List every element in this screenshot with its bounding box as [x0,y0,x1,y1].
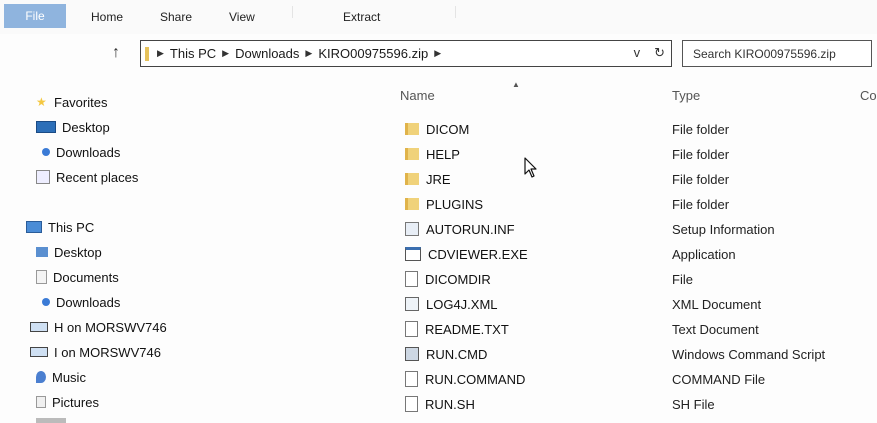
file-type: File folder [672,171,730,187]
file-icon [405,371,418,387]
xml-file-icon [405,297,419,311]
folder-icon [405,123,419,135]
star-icon: ★ [36,95,47,109]
column-header-partial[interactable]: Co [860,88,877,103]
folder-icon [405,173,419,185]
file-name-cell: CDVIEWER.EXE [405,245,528,263]
file-row[interactable]: AUTORUN.INF Setup Information [0,218,877,240]
file-row[interactable]: JRE File folder [0,168,877,190]
file-name-cell: AUTORUN.INF [405,220,515,238]
address-bar[interactable]: ▶ This PC ▶ Downloads ▶ KIRO00975596.zip… [140,40,672,67]
file-name-cell: RUN.COMMAND [405,370,525,388]
search-placeholder: Search KIRO00975596.zip [693,46,836,61]
file-name: PLUGINS [426,196,484,212]
file-type: Application [672,246,736,262]
chevron-down-icon[interactable]: v [634,45,641,61]
file-name-cell: HELP [405,145,460,163]
tab-home[interactable]: Home [91,10,123,24]
file-row[interactable]: RUN.SH SH File [0,393,877,415]
file-row[interactable]: RUN.COMMAND COMMAND File [0,368,877,390]
file-row[interactable]: HELP File folder [0,143,877,165]
ribbon-divider [455,6,456,18]
ribbon: File Home Share View Extract [0,0,877,34]
nav-item-label: Favorites [54,94,108,110]
file-type: Windows Command Script [672,346,826,362]
file-icon [405,396,418,412]
file-row[interactable]: LOG4J.XML XML Document [0,293,877,315]
ribbon-divider [292,6,293,18]
file-type: SH File [672,396,715,412]
file-type: File folder [672,146,730,162]
nav-item-favorites[interactable]: ★ Favorites [36,93,107,111]
file-row[interactable]: RUN.CMD Windows Command Script [0,343,877,365]
file-name: AUTORUN.INF [426,221,515,237]
file-name: README.TXT [425,321,509,337]
file-name: LOG4J.XML [426,296,498,312]
chevron-right-icon[interactable]: ▶ [157,48,164,59]
file-row[interactable]: DICOMDIR File [0,268,877,290]
setup-file-icon [405,222,419,236]
file-name: RUN.COMMAND [425,371,526,387]
file-type: File folder [672,121,730,137]
mouse-cursor-icon [524,157,537,178]
file-name: CDVIEWER.EXE [428,246,528,262]
file-icon [405,321,418,337]
file-name: RUN.SH [425,396,475,412]
tab-share[interactable]: Share [160,10,192,24]
file-name-cell: README.TXT [405,320,509,338]
file-name-cell: DICOM [405,120,469,138]
breadcrumb-this-pc[interactable]: This PC [170,46,216,61]
file-name-cell: DICOMDIR [405,270,491,288]
file-name-cell: RUN.CMD [405,345,487,363]
file-name-cell: LOG4J.XML [405,295,498,313]
file-name: DICOM [426,121,470,137]
sort-ascending-icon: ▲ [512,80,520,89]
file-name: RUN.CMD [426,346,488,362]
file-name-cell: PLUGINS [405,195,483,213]
column-header-type[interactable]: Type [672,88,700,103]
file-row[interactable]: README.TXT Text Document [0,318,877,340]
file-name: HELP [426,146,460,162]
file-type: File folder [672,196,730,212]
breadcrumb-downloads[interactable]: Downloads [235,46,299,61]
file-row[interactable]: PLUGINS File folder [0,193,877,215]
file-row[interactable]: CDVIEWER.EXE Application [0,243,877,265]
file-type: Text Document [672,321,759,337]
refresh-icon[interactable]: ↻ [654,45,665,61]
file-icon [405,271,418,287]
tab-extract[interactable]: Extract [343,10,380,24]
chevron-right-icon[interactable]: ▶ [434,48,441,59]
up-arrow-icon[interactable]: ↑ [112,44,120,62]
file-name: DICOMDIR [425,271,491,287]
nav-item-partial [36,418,66,423]
folder-icon [405,198,419,210]
file-type: XML Document [672,296,762,312]
column-header-name[interactable]: Name [400,88,435,103]
folder-icon [405,148,419,160]
search-input[interactable]: Search KIRO00975596.zip [682,40,872,67]
file-name-cell: JRE [405,170,451,188]
file-row[interactable]: DICOM File folder [0,118,877,140]
file-type: Setup Information [672,221,775,237]
application-icon [405,247,421,261]
chevron-right-icon[interactable]: ▶ [222,48,229,59]
file-type: COMMAND File [672,371,766,387]
file-name-cell: RUN.SH [405,395,475,413]
file-name: JRE [426,171,451,187]
folder-icon [145,46,149,61]
tab-view[interactable]: View [229,10,255,24]
chevron-right-icon[interactable]: ▶ [305,48,312,59]
tab-file[interactable]: File [4,4,66,28]
cmd-file-icon [405,347,419,361]
breadcrumb-zip[interactable]: KIRO00975596.zip [318,46,428,61]
file-type: File [672,271,693,287]
